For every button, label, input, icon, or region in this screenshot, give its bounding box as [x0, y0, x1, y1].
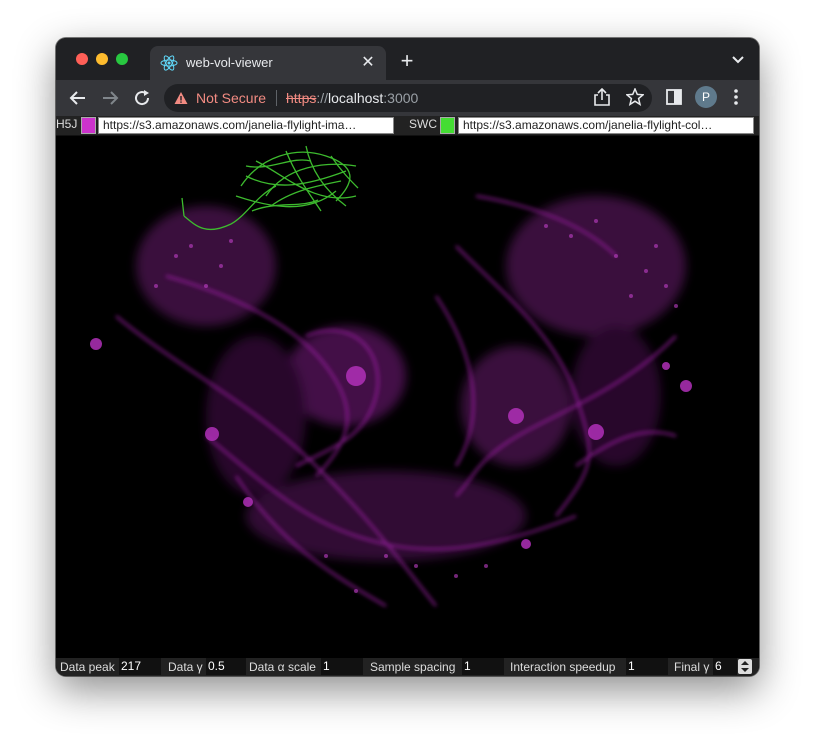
final-gamma-input[interactable]: 6 [713, 658, 737, 675]
window-minimize-button[interactable] [96, 53, 108, 65]
data-peak-input[interactable]: 217 [119, 658, 161, 675]
h5j-label: H5J [56, 117, 78, 131]
data-gamma-label: Data γ [168, 660, 203, 674]
h5j-color-picker[interactable] [81, 117, 96, 134]
final-gamma-label: Final γ [674, 660, 710, 674]
swc-url-input[interactable]: https://s3.amazonaws.com/janelia-flyligh… [458, 117, 754, 134]
side-panel-icon[interactable] [666, 89, 682, 105]
url-text[interactable]: https://localhost:3000 [286, 90, 418, 106]
swc-label: SWC [409, 117, 437, 131]
tab-title: web-vol-viewer [186, 55, 273, 70]
bookmark-star-icon[interactable] [626, 88, 644, 106]
omnibox-divider [276, 90, 277, 106]
react-icon [160, 55, 178, 71]
sample-spacing-label: Sample spacing [370, 660, 456, 674]
render-controls-bar: Data peak 217 Data γ 0.5 Data α scale 1 … [56, 658, 759, 676]
browser-tab[interactable]: web-vol-viewer ✕ [150, 46, 386, 80]
back-arrow-icon[interactable] [68, 88, 88, 108]
close-tab-icon[interactable]: ✕ [358, 53, 378, 73]
profile-avatar[interactable]: P [695, 86, 717, 108]
sample-spacing-input[interactable]: 1 [462, 658, 504, 675]
forward-arrow-icon[interactable] [100, 88, 120, 108]
h5j-url-input[interactable]: https://s3.amazonaws.com/janelia-flyligh… [98, 117, 394, 134]
more-menu-icon[interactable] [733, 88, 739, 106]
address-bar[interactable]: Not Secure https://localhost:3000 [164, 84, 652, 112]
data-alpha-scale-input[interactable]: 1 [321, 658, 363, 675]
reload-icon[interactable] [132, 88, 152, 108]
interaction-speedup-label: Interaction speedup [510, 660, 616, 674]
source-inputs-row: H5J https://s3.amazonaws.com/janelia-fly… [56, 116, 759, 136]
window-maximize-button[interactable] [116, 53, 128, 65]
data-gamma-input[interactable]: 0.5 [206, 658, 246, 675]
window-close-button[interactable] [76, 53, 88, 65]
not-secure-label[interactable]: Not Secure [196, 90, 266, 106]
interaction-speedup-input[interactable]: 1 [626, 658, 668, 675]
page-content: H5J https://s3.amazonaws.com/janelia-fly… [56, 116, 759, 676]
url-port: :3000 [383, 90, 419, 106]
browser-window: web-vol-viewer ✕ + Not Secure https://lo… [56, 38, 759, 676]
browser-toolbar: Not Secure https://localhost:3000 [56, 80, 759, 116]
title-bar: web-vol-viewer ✕ + [56, 38, 759, 80]
share-icon[interactable] [594, 88, 610, 106]
swc-color-picker[interactable] [440, 117, 455, 134]
data-peak-label: Data peak [60, 660, 115, 674]
url-scheme: https [286, 90, 317, 106]
volume-render-canvas[interactable] [56, 136, 759, 658]
url-host: localhost [328, 90, 384, 106]
chevron-down-icon[interactable] [731, 54, 745, 66]
number-stepper-icon[interactable] [738, 659, 752, 674]
warning-icon [174, 92, 188, 104]
new-tab-button[interactable]: + [396, 50, 418, 72]
data-alpha-scale-label: Data α scale [249, 660, 316, 674]
url-separator: :// [316, 90, 329, 106]
